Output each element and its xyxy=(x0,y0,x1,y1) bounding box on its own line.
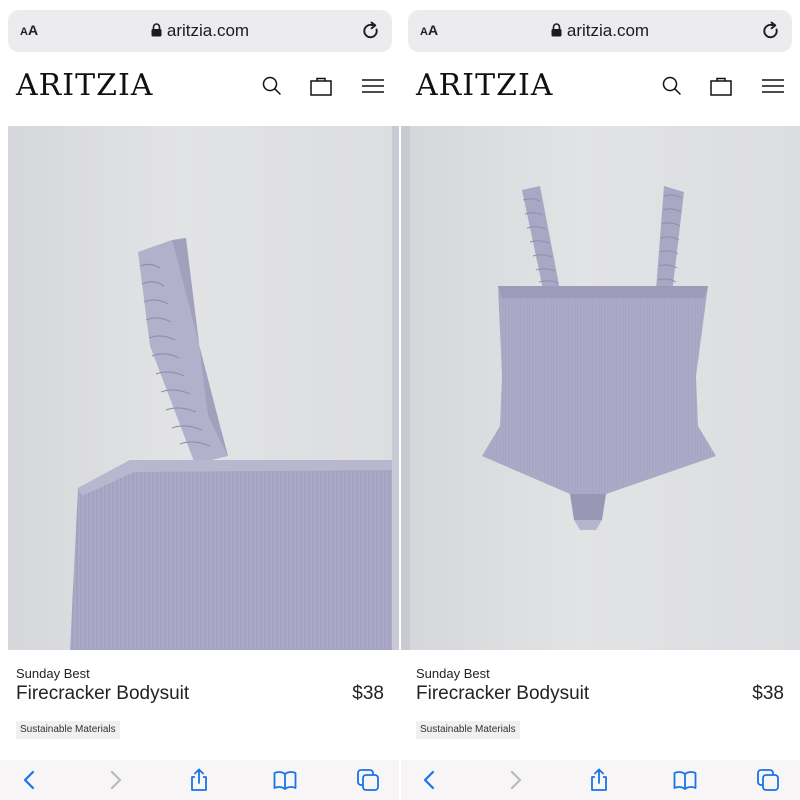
lock-icon xyxy=(151,23,162,37)
product-name[interactable]: Firecracker Bodysuit xyxy=(416,683,589,705)
search-icon[interactable] xyxy=(660,74,684,98)
forward-icon[interactable] xyxy=(103,768,127,792)
share-icon[interactable] xyxy=(187,768,211,792)
product-info[interactable]: Sunday Best Firecracker Bodysuit $38 Sus… xyxy=(0,650,400,760)
tabs-icon[interactable] xyxy=(756,768,780,792)
url-domain: aritzia.com xyxy=(566,21,650,40)
url-display[interactable]: aritzia.com xyxy=(408,21,792,41)
product-info[interactable]: Sunday Best Firecracker Bodysuit $38 Sus… xyxy=(400,650,800,760)
menu-icon[interactable] xyxy=(761,74,785,98)
address-bar-area: AA aritzia.com xyxy=(0,0,400,62)
bag-icon[interactable] xyxy=(309,74,333,98)
menu-icon[interactable] xyxy=(361,74,385,98)
search-icon[interactable] xyxy=(260,74,284,98)
browser-toolbar xyxy=(400,760,800,800)
back-icon[interactable] xyxy=(418,768,442,792)
product-price: $38 xyxy=(352,683,384,704)
tabs-icon[interactable] xyxy=(356,768,380,792)
screenshot-panel-right: AA aritzia.com ARITZIA Sunday Best Firec… xyxy=(400,0,800,800)
product-image-closeup[interactable] xyxy=(0,126,400,650)
site-header: ARITZIA xyxy=(400,62,800,126)
url-domain: aritzia.com xyxy=(166,21,250,40)
panel-divider xyxy=(399,0,401,800)
site-logo[interactable]: ARITZIA xyxy=(16,68,153,103)
browser-toolbar xyxy=(0,760,400,800)
bodysuit-full-photo xyxy=(400,126,716,650)
back-icon[interactable] xyxy=(18,768,42,792)
sustainability-badge: Sustainable Materials xyxy=(16,721,120,739)
bookmarks-icon[interactable] xyxy=(273,768,297,792)
product-image-full[interactable] xyxy=(400,126,800,650)
url-display[interactable]: aritzia.com xyxy=(8,21,392,41)
sustainability-badge: Sustainable Materials xyxy=(416,721,520,739)
bookmarks-icon[interactable] xyxy=(673,768,697,792)
share-icon[interactable] xyxy=(587,768,611,792)
forward-icon[interactable] xyxy=(503,768,527,792)
reload-icon[interactable] xyxy=(360,20,382,42)
product-price: $38 xyxy=(752,683,784,704)
screenshot-panel-left: AA aritzia.com ARITZIA Sunday Best Firec… xyxy=(0,0,400,800)
reload-icon[interactable] xyxy=(760,20,782,42)
product-name[interactable]: Firecracker Bodysuit xyxy=(16,683,189,705)
address-bar[interactable]: AA aritzia.com xyxy=(8,10,392,52)
bag-icon[interactable] xyxy=(709,74,733,98)
lock-icon xyxy=(551,23,562,37)
product-brand: Sunday Best xyxy=(416,666,490,681)
address-bar[interactable]: AA aritzia.com xyxy=(408,10,792,52)
site-header: ARITZIA xyxy=(0,62,400,126)
address-bar-area: AA aritzia.com xyxy=(400,0,800,62)
product-brand: Sunday Best xyxy=(16,666,90,681)
site-logo[interactable]: ARITZIA xyxy=(416,68,553,103)
bodysuit-closeup-photo xyxy=(0,126,400,650)
